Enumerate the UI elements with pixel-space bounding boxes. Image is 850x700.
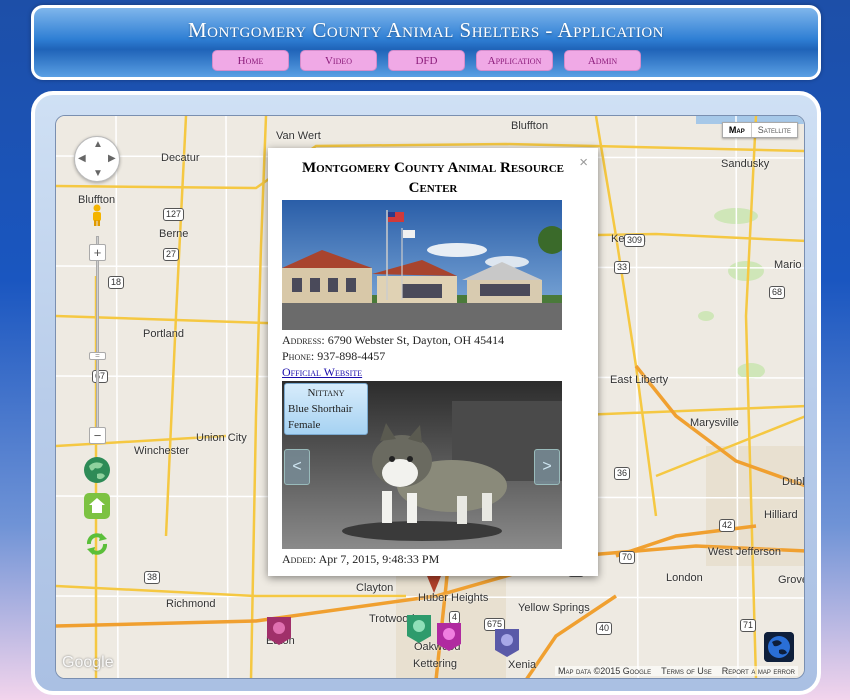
route-shield: 309 <box>624 234 646 247</box>
nav-home-button[interactable]: Home <box>212 50 289 71</box>
pet-added-line: Added: Apr 7, 2015, 9:48:33 PM <box>282 552 439 567</box>
place-label: Mario <box>774 259 802 271</box>
place-label: Berne <box>159 228 189 240</box>
pan-down-icon[interactable]: ▼ <box>93 168 103 179</box>
pan-right-icon[interactable]: ▶ <box>108 153 116 164</box>
main-panel: Van Wert Bluffton Decatur Bluffton Berne… <box>31 91 821 695</box>
nav-admin-button[interactable]: Admin <box>564 50 641 71</box>
main-nav: Home Video DFD Application Admin <box>212 50 641 71</box>
zoom-out-button[interactable]: − <box>89 427 106 444</box>
place-label: Decatur <box>161 152 200 164</box>
place-label: Sandusky <box>721 158 770 170</box>
shelter-address: 6790 Webster St, Dayton, OH 45414 <box>327 333 505 347</box>
report-map-error-link[interactable]: Report a map error <box>722 666 795 676</box>
route-shield: 38 <box>144 571 161 584</box>
shelter-marker-icon[interactable] <box>494 628 520 658</box>
map-canvas[interactable]: Van Wert Bluffton Decatur Bluffton Berne… <box>55 115 805 679</box>
place-label: Bluffton <box>511 120 549 132</box>
place-label: Portland <box>143 328 184 340</box>
app-header: Montgomery County Animal Shelters - Appl… <box>31 5 821 80</box>
globe-view-icon[interactable] <box>83 456 111 484</box>
route-shield: 71 <box>740 619 757 632</box>
nav-application-button[interactable]: Application <box>476 50 553 71</box>
shelter-marker-icon[interactable] <box>266 616 292 646</box>
route-shield: 70 <box>619 551 636 564</box>
pan-left-icon[interactable]: ◀ <box>78 153 86 164</box>
terms-of-use-link[interactable]: Terms of Use <box>661 666 712 676</box>
place-label: Winchester <box>134 445 190 457</box>
earth-view-icon[interactable] <box>764 632 794 662</box>
street-view-pegman-icon[interactable] <box>90 204 104 226</box>
pan-control[interactable]: ▲ ▼ ◀ ▶ <box>74 136 120 182</box>
pet-name: Nittany <box>307 387 345 399</box>
route-shield: 42 <box>719 519 736 532</box>
route-shield: 40 <box>596 622 613 635</box>
pet-added-date: Apr 7, 2015, 9:48:33 PM <box>318 552 440 566</box>
address-label: Address: <box>282 333 325 347</box>
route-shield: 127 <box>163 208 185 221</box>
route-shield: 27 <box>163 248 180 261</box>
place-label: Van Wert <box>276 130 321 142</box>
map-attribution: Map data ©2015 Google Terms of Use Repor… <box>554 666 798 676</box>
previous-pet-button[interactable]: < <box>284 449 310 485</box>
place-label: West Jefferson <box>708 546 781 558</box>
pet-sex: Female <box>288 419 321 431</box>
map-type-map-button[interactable]: Map <box>723 123 751 137</box>
shelter-name: Montgomery County Animal Resource Center <box>301 160 565 196</box>
refresh-icon[interactable] <box>83 530 111 558</box>
pet-breed: Blue Shorthair <box>288 403 353 415</box>
zoom-in-button[interactable]: + <box>89 244 106 261</box>
place-label: Hilliard <box>764 509 798 521</box>
place-label: London <box>666 572 703 584</box>
app-title: Montgomery County Animal Shelters - Appl… <box>187 18 665 42</box>
shelter-marker-icon[interactable] <box>406 614 432 644</box>
place-label: Grove <box>778 574 805 586</box>
shelter-photo <box>282 200 562 330</box>
place-label: Dubl <box>782 476 805 488</box>
pet-carousel: Nittany Blue Shorthair Female < > <box>282 381 562 549</box>
route-shield: 68 <box>769 286 786 299</box>
google-logo: Google <box>62 654 114 671</box>
shelter-phone-line: Phone: 937-898-4457 <box>282 349 385 364</box>
map-type-control: Map Satellite <box>721 122 798 138</box>
home-icon[interactable] <box>83 492 111 520</box>
official-website-line: Official Website <box>282 365 362 380</box>
nav-video-button[interactable]: Video <box>300 50 377 71</box>
shelter-phone: 937-898-4457 <box>317 349 386 363</box>
place-label: Yellow Springs <box>518 602 590 614</box>
map-type-satellite-button[interactable]: Satellite <box>750 123 797 137</box>
map-data-credit: Map data ©2015 Google <box>557 666 652 676</box>
zoom-slider-track[interactable] <box>96 236 99 436</box>
route-shield: 36 <box>614 467 631 480</box>
official-website-link[interactable]: Official Website <box>282 365 362 379</box>
shelter-marker-icon[interactable] <box>436 622 462 652</box>
pan-up-icon[interactable]: ▲ <box>93 139 103 150</box>
next-pet-button[interactable]: > <box>534 449 560 485</box>
added-label: Added: <box>282 552 317 566</box>
shelter-info-window: × Montgomery County Animal Resource Cent… <box>268 148 598 576</box>
nav-dfd-button[interactable]: DFD <box>388 50 465 71</box>
route-shield: 67 <box>92 370 109 383</box>
place-label: Xenia <box>508 659 537 671</box>
zoom-slider-thumb[interactable]: = <box>89 352 106 360</box>
place-label: Marysville <box>690 417 739 429</box>
route-shield: 18 <box>108 276 125 289</box>
place-label: East Liberty <box>610 374 669 386</box>
place-label: Richmond <box>166 598 216 610</box>
shelter-address-line: Address: 6790 Webster St, Dayton, OH 454… <box>282 333 504 348</box>
phone-label: Phone: <box>282 349 315 363</box>
pet-info-label: Nittany Blue Shorthair Female <box>284 383 368 435</box>
place-label: Union City <box>196 432 247 444</box>
route-shield: 33 <box>614 261 631 274</box>
place-label: Kettering <box>413 658 458 670</box>
place-label: Clayton <box>356 582 394 594</box>
